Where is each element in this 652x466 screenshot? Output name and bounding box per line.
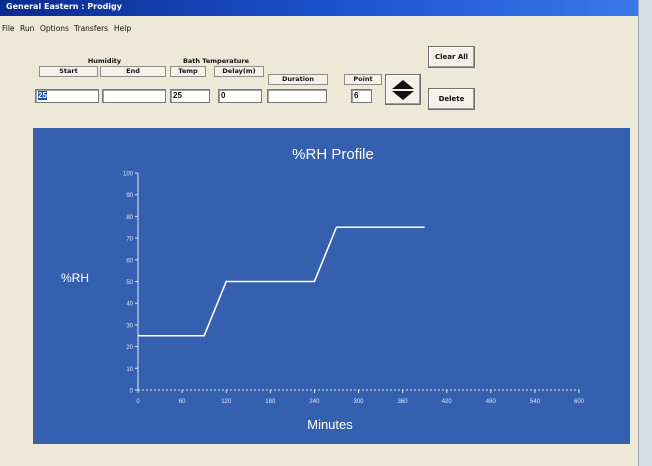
y-tick-label: 80 (126, 215, 133, 221)
y-tick-label: 70 (126, 237, 133, 243)
x-tick-label: 60 (179, 399, 186, 405)
y-tick-label: 100 (123, 172, 134, 178)
rh-profile-chart: %RH Profile %RH Minutes 0 10 20 30 40 50 60 70 8… (33, 128, 630, 444)
rh-profile-chart-svg: %RH Profile %RH Minutes 0 10 20 30 40 50 60 70 8… (61, 146, 585, 432)
y-tick-label: 60 (126, 258, 133, 264)
y-tick-label: 40 (126, 302, 133, 308)
temp-column-header[interactable]: Temp (170, 66, 206, 77)
x-tick-label: 240 (309, 399, 320, 405)
y-axis-label: %RH (61, 271, 89, 285)
y-tick-label: 30 (126, 323, 133, 329)
chart-series (138, 226, 425, 337)
point-column-header[interactable]: Point (344, 74, 382, 85)
menu-file[interactable]: File (2, 24, 15, 33)
delay-column-header[interactable]: Delay(m) (214, 66, 264, 77)
x-tick-label: 120 (221, 399, 232, 405)
end-humidity-field[interactable] (102, 89, 166, 103)
temp-field[interactable]: 25 (170, 89, 210, 103)
x-axis-label: Minutes (307, 417, 353, 432)
x-tick-label: 480 (486, 399, 497, 405)
end-column-header[interactable]: End (100, 66, 166, 77)
title-bar: General Eastern : Prodigy (0, 0, 638, 16)
y-tick-label: 0 (130, 389, 134, 395)
up-down-arrow-icon (392, 79, 414, 100)
menu-help[interactable]: Help (114, 24, 131, 33)
x-tick-label: 300 (353, 399, 364, 405)
menu-transfers[interactable]: Transfers (74, 24, 108, 33)
delete-button[interactable]: Delete (428, 88, 475, 110)
point-stepper-button[interactable] (385, 74, 421, 105)
menu-bar: File Run Options Transfers Help (0, 24, 638, 36)
start-humidity-value: 25 (38, 91, 47, 100)
duration-column-header[interactable]: Duration (268, 74, 328, 85)
x-tick-label: 0 (136, 399, 140, 405)
start-column-header[interactable]: Start (39, 66, 98, 77)
y-tick-label: 50 (126, 280, 133, 286)
delay-field[interactable]: 0 (218, 89, 262, 103)
chart-title: %RH Profile (292, 146, 374, 163)
y-tick-label: 10 (126, 367, 133, 373)
x-tick-label: 540 (530, 399, 541, 405)
chart-axes: 0 10 20 30 40 50 60 70 80 90 100 0 60 120 180 240 300 360… (123, 172, 585, 406)
start-humidity-field[interactable]: 25 (35, 89, 99, 103)
menu-options[interactable]: Options (40, 24, 69, 33)
x-tick-label: 360 (398, 399, 409, 405)
x-tick-label: 600 (574, 399, 585, 405)
y-tick-label: 20 (126, 345, 133, 351)
clear-all-button[interactable]: Clear All (428, 46, 475, 68)
duration-field[interactable] (267, 89, 327, 103)
app-window: General Eastern : Prodigy File Run Optio… (0, 0, 639, 466)
window-title: General Eastern : Prodigy (6, 2, 122, 11)
rh-profile-line (138, 226, 425, 337)
menu-run[interactable]: Run (20, 24, 34, 33)
x-tick-label: 180 (265, 399, 276, 405)
y-tick-label: 90 (126, 193, 133, 199)
x-tick-label: 420 (442, 399, 453, 405)
point-field[interactable]: 6 (351, 89, 372, 103)
